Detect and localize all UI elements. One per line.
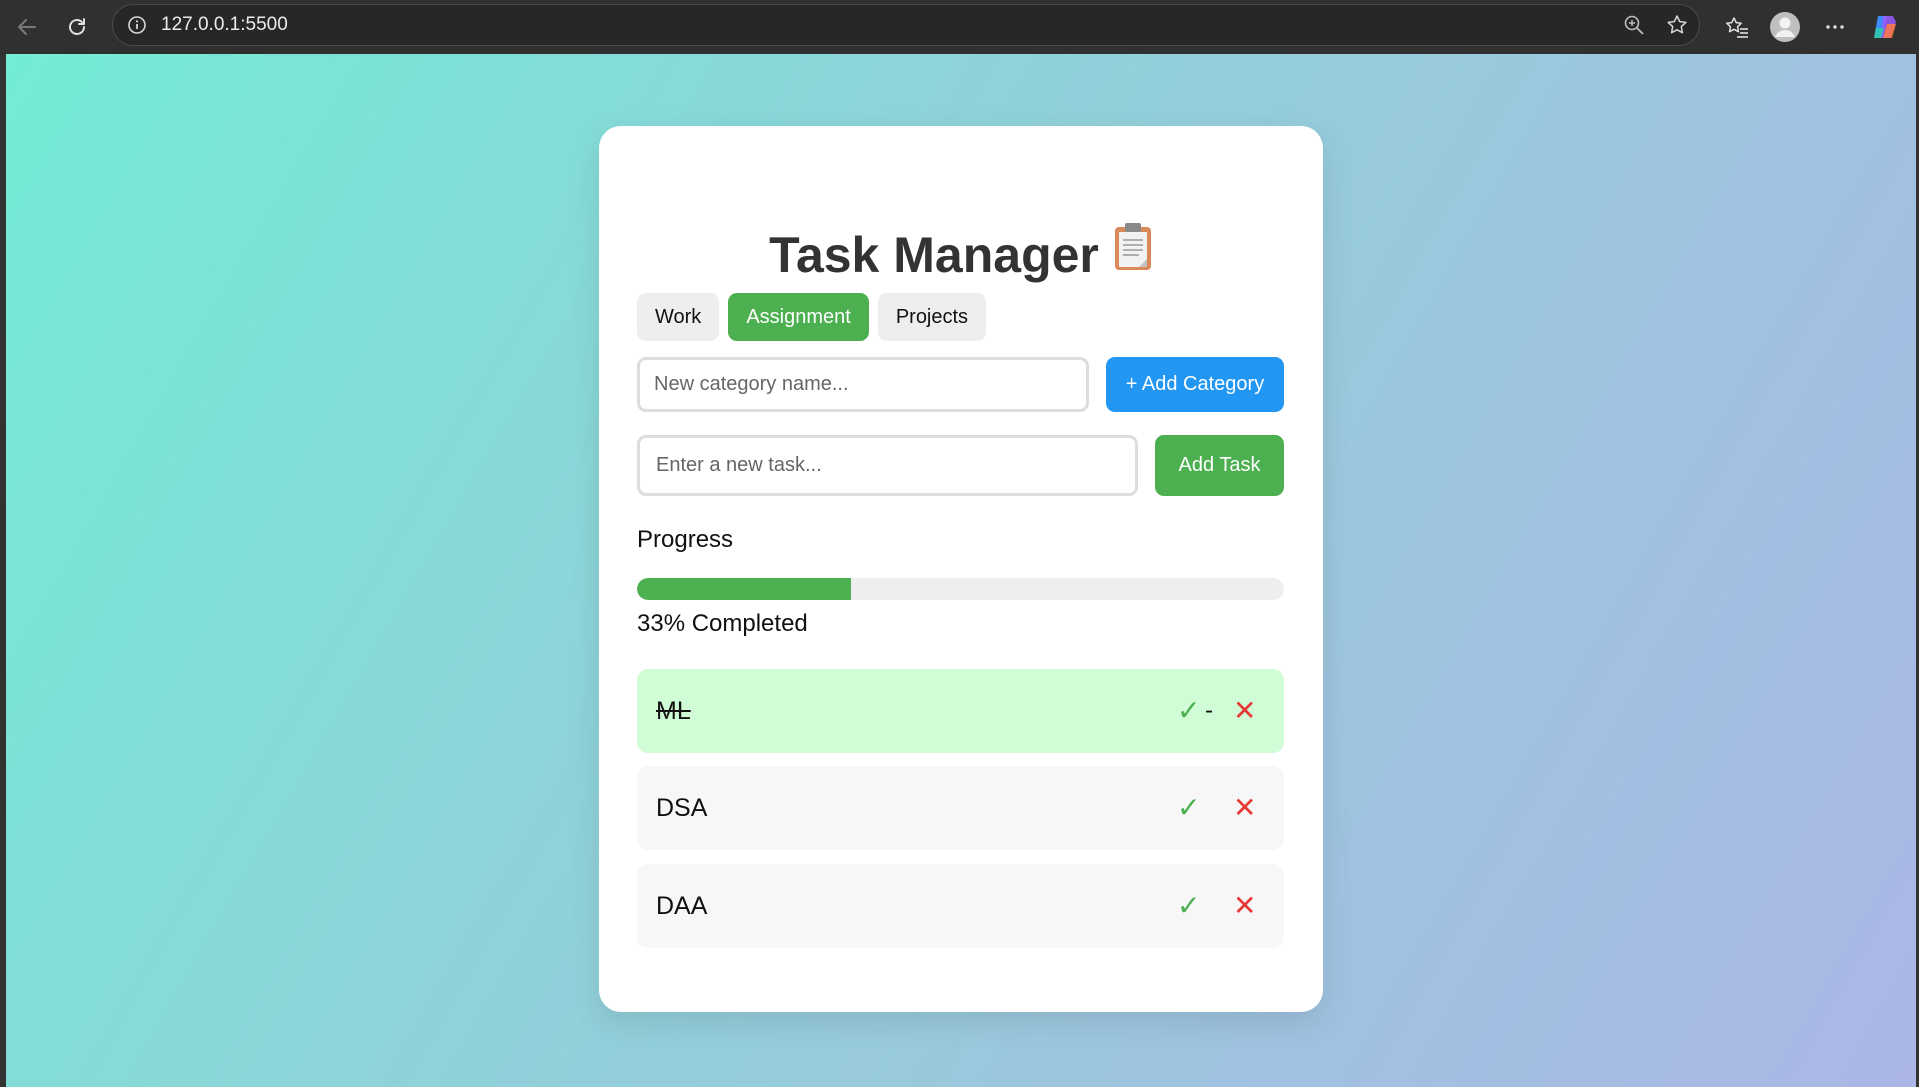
- add-category-button[interactable]: + Add Category: [1106, 357, 1284, 412]
- star-icon[interactable]: [1665, 13, 1689, 37]
- task-dash: -: [1205, 697, 1213, 724]
- back-button[interactable]: [8, 8, 46, 46]
- reload-icon: [69, 18, 85, 35]
- complete-check-icon[interactable]: ✓: [1177, 766, 1200, 850]
- reload-button[interactable]: [58, 8, 96, 46]
- page-background: Task Manager Work Assignment Projects + …: [6, 54, 1916, 1087]
- category-name-input[interactable]: [637, 357, 1089, 412]
- progress-text: 33% Completed: [637, 610, 808, 637]
- zoom-icon[interactable]: [1623, 14, 1645, 36]
- progress-label: Progress: [637, 526, 734, 553]
- new-task-input[interactable]: [637, 435, 1138, 496]
- address-bar[interactable]: 127.0.0.1:5500: [112, 4, 1700, 46]
- task-item: DAA ✓ ✕: [637, 864, 1284, 948]
- delete-x-icon[interactable]: ✕: [1233, 669, 1256, 753]
- progress-bar-fill: [637, 578, 851, 600]
- task-item: DSA ✓ ✕: [637, 766, 1284, 850]
- complete-check-icon[interactable]: ✓: [1177, 864, 1200, 948]
- more-icon: [1826, 25, 1844, 29]
- info-icon[interactable]: [127, 15, 147, 35]
- arrow-left-icon: [18, 19, 36, 35]
- delete-x-icon[interactable]: ✕: [1233, 766, 1256, 850]
- favorites-button[interactable]: [1720, 10, 1754, 44]
- profile-button[interactable]: [1768, 10, 1802, 44]
- task-text: DAA: [656, 892, 708, 920]
- tab-work[interactable]: Work: [637, 293, 720, 341]
- task-manager-card: Task Manager Work Assignment Projects + …: [599, 126, 1323, 1012]
- task-item: ML ✓ - ✕: [637, 669, 1284, 753]
- task-text: ML: [656, 697, 691, 725]
- task-text: DSA: [656, 794, 708, 822]
- tab-assignment[interactable]: Assignment: [728, 293, 869, 341]
- copilot-button[interactable]: [1868, 10, 1902, 44]
- clipboard-icon: [1113, 222, 1153, 284]
- progress-bar: [637, 578, 1284, 600]
- tab-projects[interactable]: Projects: [877, 293, 987, 341]
- title-text: Task Manager: [769, 227, 1099, 283]
- favorites-icon: [1726, 17, 1748, 38]
- avatar-icon: [1770, 12, 1800, 42]
- category-tabs: Work Assignment Projects: [637, 293, 987, 341]
- copilot-icon: [1874, 16, 1896, 38]
- page-title: Task Manager: [599, 222, 1323, 290]
- browser-toolbar: 127.0.0.1:5500: [0, 0, 1919, 54]
- url-text[interactable]: 127.0.0.1:5500: [161, 5, 288, 45]
- more-button[interactable]: [1818, 10, 1852, 44]
- add-task-button[interactable]: Add Task: [1155, 435, 1284, 496]
- delete-x-icon[interactable]: ✕: [1233, 864, 1256, 948]
- complete-check-icon[interactable]: ✓: [1177, 669, 1200, 753]
